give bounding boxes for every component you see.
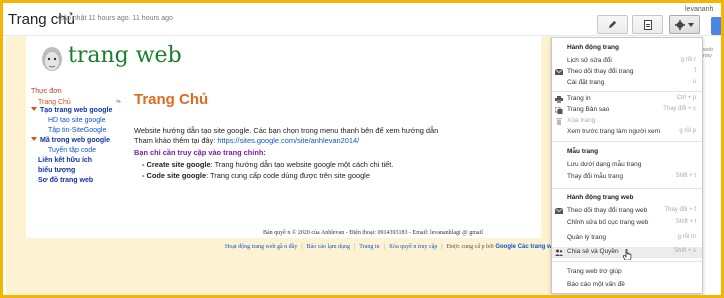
access-question: Bạn chỉ cần truy cập vào trang chính: <box>134 148 266 157</box>
chevron-down-icon <box>688 22 694 27</box>
footer-link-remove-access[interactable]: Xóa quyề n truy cập <box>389 244 438 250</box>
bullet-code-site: - Code site google: Trang cung cấp code … <box>142 171 370 180</box>
nav-title: Thực đơn <box>31 88 62 95</box>
copy-icon <box>555 107 563 114</box>
reference-link[interactable]: https://sites.google.com/site/anhlevan20… <box>217 136 359 145</box>
site-logo-image <box>39 44 65 76</box>
arrow-decoration-icon: ❧ <box>115 97 122 106</box>
footer-google-sites-link[interactable]: Google Các trang web <box>495 244 558 250</box>
menu-item-revision-history[interactable]: Lịch sử sửa đổi g rồi r <box>552 56 702 67</box>
menu-divider <box>552 188 702 189</box>
menu-item-subscribe-page[interactable]: Theo dõi thay đổi trang f <box>552 67 702 78</box>
intro-line: Website hướng dẫn tạo site google. Các b… <box>134 126 439 135</box>
mail-icon <box>555 69 563 75</box>
nav-item-home[interactable]: Trang Chủ <box>38 99 71 106</box>
menu-item-edit-site-layout[interactable]: Chỉnh sửa bố cục trang web Shift + l <box>552 218 702 229</box>
gear-icon <box>675 19 685 30</box>
browser-frame: Trang chủ Cập nhật 11 hours ago. 11 hour… <box>0 0 724 298</box>
footer-links: Hoạt động trang web gầ n đây | Báo cáo lạm… <box>225 244 559 250</box>
nav-item-create-site[interactable]: Tạo trang web google <box>31 107 112 114</box>
menu-item-delete-page: Xóa trang <box>552 116 702 127</box>
menu-section-site-actions: Hành động trang web <box>567 194 634 201</box>
nav-item-files[interactable]: Tập tin-SiteGoogle <box>48 127 106 134</box>
hand-cursor-icon <box>623 249 632 260</box>
menu-divider <box>552 91 702 92</box>
edit-page-button[interactable] <box>597 15 628 34</box>
new-page-button[interactable] <box>632 15 663 34</box>
menu-item-copy-page[interactable]: Trang Bản sao Thay đổi + c <box>552 105 702 116</box>
user-name[interactable]: levananh <box>685 6 713 13</box>
menu-item-subscribe-site[interactable]: Theo dõi thay đổi trang web Thay đổi + f <box>552 206 702 217</box>
right-edge-text: web này <box>703 47 714 59</box>
menu-section-page-actions: Hành động trang <box>567 44 619 51</box>
menu-item-help[interactable]: Trang web trợ giúp <box>552 267 702 278</box>
share-people-icon <box>555 249 563 256</box>
menu-item-report-issue[interactable]: Báo cáo một vấn đề <box>552 280 702 291</box>
top-bar: Trang chủ Cập nhật 11 hours ago. 11 hour… <box>3 3 721 36</box>
footer-copyright: Bản quyề n © 2020 của Anhlevan - Điện th… <box>263 230 483 236</box>
footer-powered-by: Được cung cấ p bởi <box>446 244 494 250</box>
right-stripe <box>541 36 551 265</box>
menu-divider <box>552 141 702 142</box>
footer-link-recent-activity[interactable]: Hoạt động trang web gầ n đây <box>225 244 297 250</box>
expand-triangle-icon <box>31 107 37 111</box>
pencil-icon <box>608 20 617 29</box>
nav-item-code-collection[interactable]: Tuyển tập code <box>48 147 96 154</box>
bullet-create-site: - Create site google: Trang hướng dẫn tạ… <box>142 160 394 169</box>
nav-item-icons[interactable]: biểu tượng <box>38 167 75 174</box>
new-page-icon <box>643 19 652 30</box>
footer-link-report-abuse[interactable]: Báo cáo lạm dụng <box>307 244 351 250</box>
left-stripe <box>6 36 26 265</box>
more-actions-button[interactable] <box>669 15 700 34</box>
trash-icon <box>556 118 562 125</box>
footer-link-print[interactable]: Trang in <box>359 244 379 250</box>
menu-item-page-settings[interactable]: Cài đặt trang u <box>552 78 702 89</box>
menu-item-print-page[interactable]: Trang in Ctrl + p <box>552 94 702 105</box>
menu-item-change-template[interactable]: Thay đổi mẫu trang Shift + t <box>552 172 702 183</box>
page-heading: Trang Chủ <box>134 91 209 108</box>
last-updated: Cập nhật 11 hours ago. 11 hours ago <box>58 15 173 22</box>
nav-item-sitemap[interactable]: Sơ đồ trang web <box>38 177 93 184</box>
site-name[interactable]: trang web <box>68 43 182 68</box>
nav-item-code[interactable]: Mã trong web google <box>31 137 110 144</box>
mail-icon <box>555 208 563 214</box>
nav-item-guide[interactable]: HD tạo site google <box>48 117 106 124</box>
nav-item-useful-links[interactable]: Liên kết hữu ích <box>38 157 92 164</box>
menu-item-save-as-template[interactable]: Lưu dưới dạng mẫu trang <box>552 160 702 171</box>
printer-icon <box>555 96 563 103</box>
menu-item-preview-as-viewer[interactable]: Xem trước trang làm người xem g rồi p <box>552 127 702 138</box>
side-blue-button[interactable] <box>711 17 721 35</box>
expand-triangle-icon <box>31 137 37 141</box>
menu-divider <box>552 261 702 262</box>
menu-section-templates: Mẫu trang <box>567 148 599 155</box>
menu-item-manage-site[interactable]: Quản lý trang g rồi m <box>552 233 702 244</box>
reference-line: Tham khảo thêm tại đây: https://sites.go… <box>134 136 360 145</box>
